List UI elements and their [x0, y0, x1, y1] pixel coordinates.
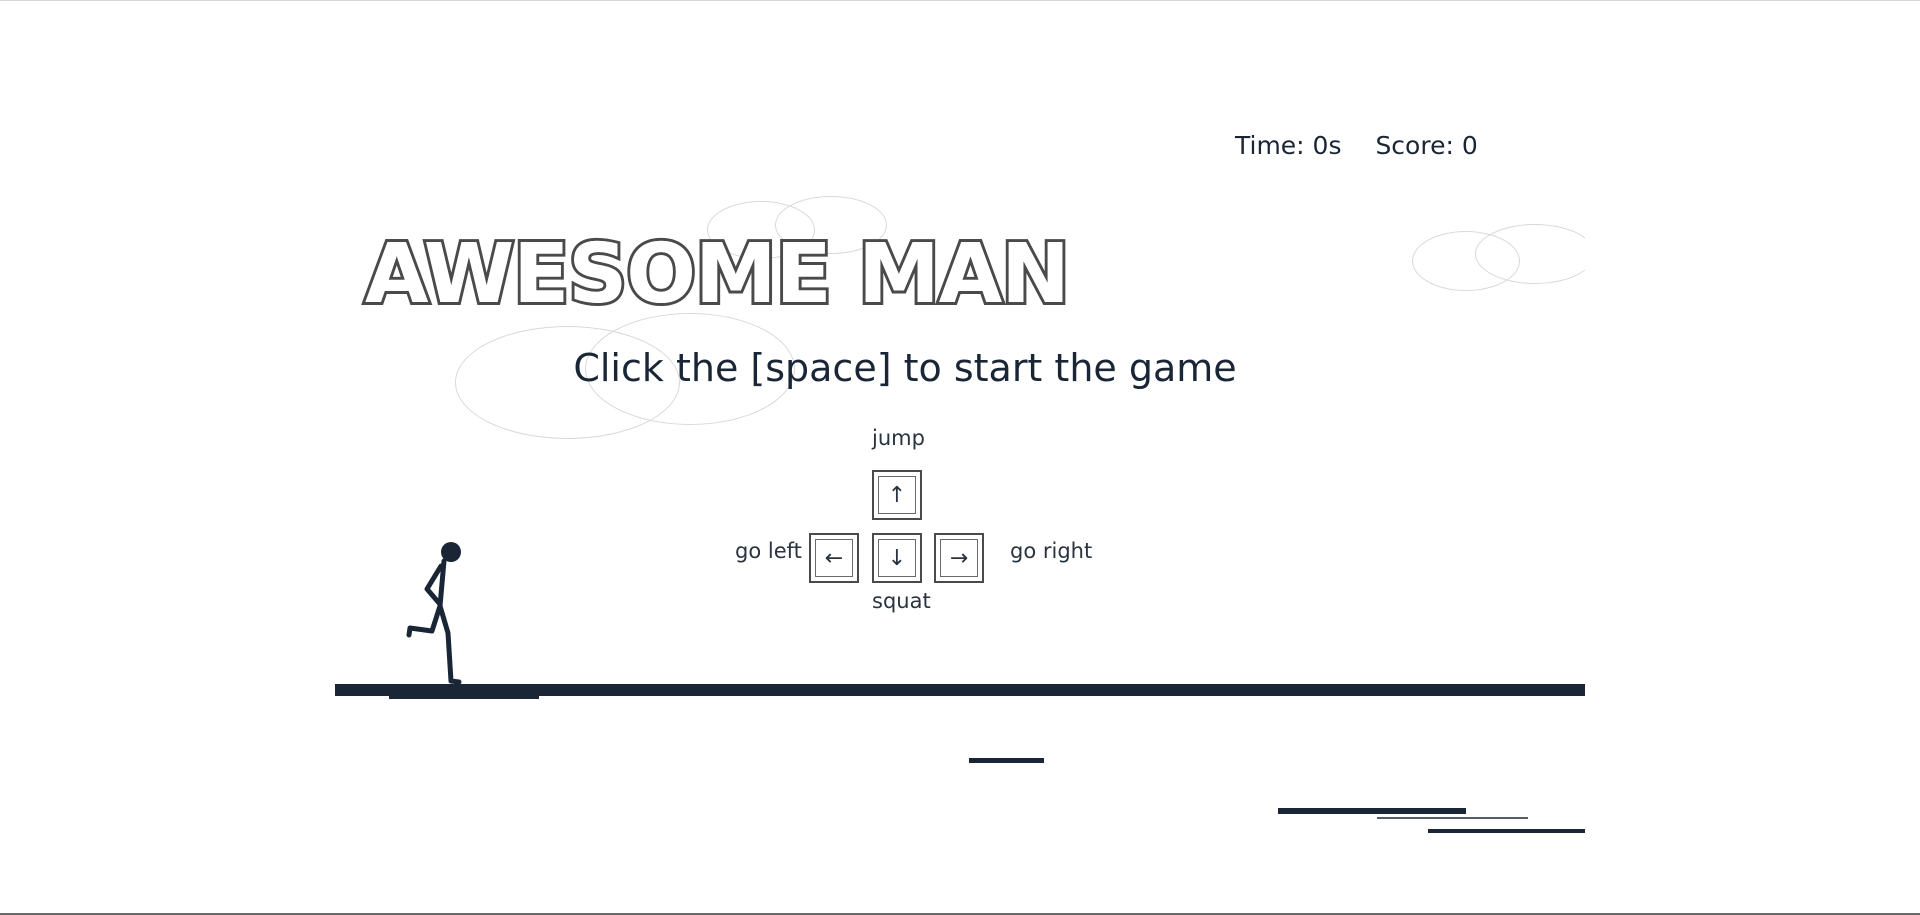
start-message: Click the [space] to start the game — [573, 346, 1237, 390]
game-page: Time: 0s Score: 0 AWESOME MAN Click the … — [0, 0, 1920, 915]
platform — [1278, 808, 1466, 814]
cloud — [1475, 224, 1585, 284]
down-arrow-icon: ↓ — [887, 545, 907, 571]
left-arrow-key[interactable]: ← — [809, 533, 859, 583]
left-arrow-icon: ← — [824, 545, 844, 571]
score-display: Score: 0 — [1375, 131, 1478, 160]
down-arrow-key[interactable]: ↓ — [872, 533, 922, 583]
game-stage[interactable]: Time: 0s Score: 0 AWESOME MAN Click the … — [335, 1, 1585, 914]
up-arrow-key[interactable]: ↑ — [872, 470, 922, 520]
go-left-label: go left — [735, 539, 802, 563]
ground-shadow — [389, 695, 539, 699]
platform — [1428, 829, 1585, 833]
time-display: Time: 0s — [1235, 131, 1342, 160]
game-title: AWESOME MAN — [362, 227, 1073, 322]
player-back-leg — [406, 603, 443, 638]
right-arrow-icon: → — [949, 545, 969, 571]
jump-label: jump — [872, 426, 925, 450]
right-arrow-key[interactable]: → — [934, 533, 984, 583]
platform — [969, 758, 1044, 763]
platform — [1377, 817, 1528, 819]
player-front-leg — [437, 603, 462, 685]
go-right-label: go right — [1010, 539, 1093, 563]
squat-label: squat — [872, 589, 931, 613]
stick-figure-player — [406, 542, 462, 685]
hud: Time: 0s Score: 0 — [1235, 131, 1504, 160]
up-arrow-icon: ↑ — [887, 482, 907, 508]
